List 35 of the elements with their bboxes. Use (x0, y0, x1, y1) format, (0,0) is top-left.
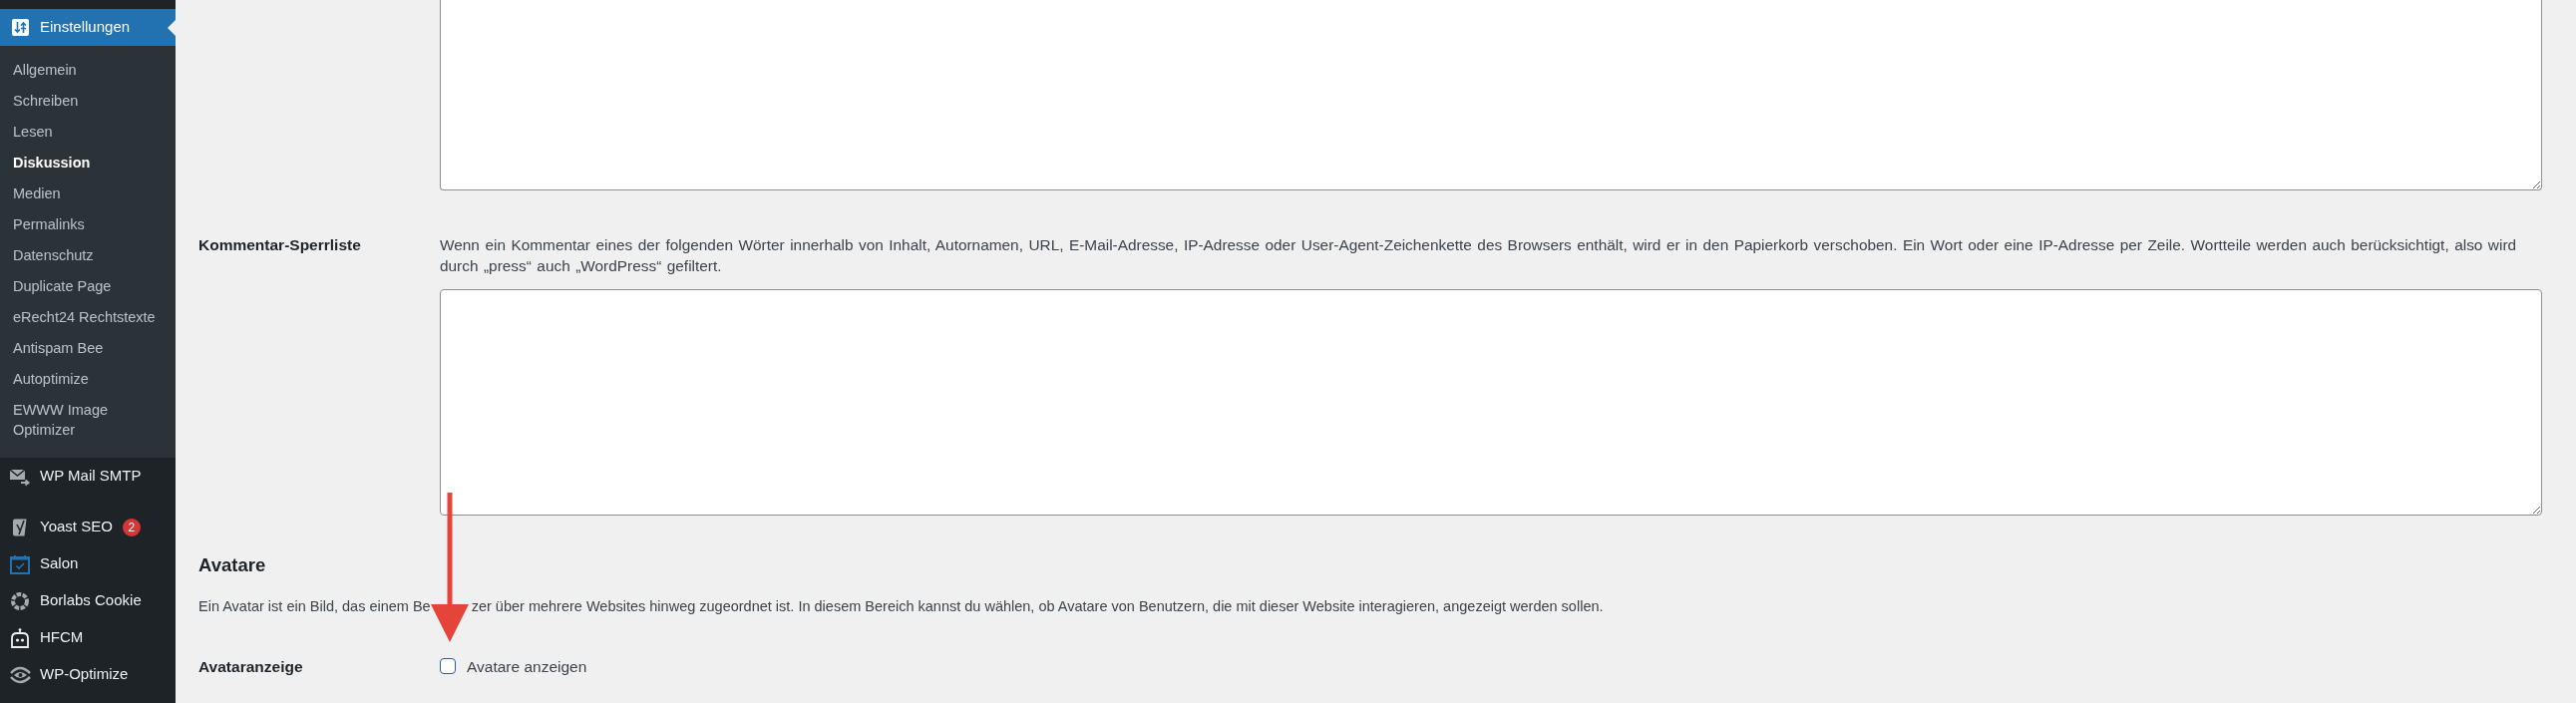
field-label: Kommentar-Sperrliste (198, 235, 361, 253)
sidebar-menu-item[interactable]: WP Mail SMTP (0, 458, 176, 495)
submenu-item[interactable]: EWWW Image Optimizer (0, 394, 176, 445)
submenu-item[interactable]: Allgemein (0, 54, 176, 85)
field-description: Wenn ein Kommentar eines der folgenden Wörter innerhalb von Inhalt, Autornamen, URL, E-Mail-Adresse, IP-Adresse oder User-Agent-Zeichenkette des Browsers enthält, wird er in den Papierkorb verschoben. Ein Wort oder eine IP-Adresse per Zeile. Wortteile werden auch berücksichtigt, also wird durch „press“ auch „WordPress“ gefiltert. (440, 234, 2518, 276)
eye-icon (9, 664, 32, 685)
sidebar-menu-item[interactable]: Yoast SEO 2 (0, 509, 176, 545)
sidebar-menu-item[interactable]: Salon (0, 545, 176, 582)
text-area[interactable] (440, 0, 2542, 190)
section-description: Ein Avatar ist ein Bild, das einem Be (198, 597, 431, 614)
submenu-item[interactable]: Schreiben (0, 85, 176, 116)
section-heading: Avatare (198, 553, 267, 577)
sidebar-menu-item[interactable]: Einstellungen (0, 9, 176, 46)
notification-count: 2 (122, 518, 141, 536)
checkbox[interactable] (440, 658, 456, 674)
submenu-item[interactable]: Duplicate Page (0, 270, 176, 301)
field-label: Avataranzeige (198, 657, 303, 675)
submenu-item[interactable]: Diskussion (0, 147, 176, 177)
ring-icon (9, 590, 32, 611)
checkbox-label[interactable]: Avatare anzeigen (467, 655, 587, 677)
settings-icon (12, 19, 29, 36)
sidebar-menu-item[interactable]: Borlabs Cookie (0, 582, 176, 619)
calendar-icon (9, 553, 32, 574)
robot-icon (9, 627, 32, 648)
section-description: zer über mehrere Websites hinweg zugeordnet ist. In diesem Bereich kannst du wählen, ob Avatare von Benutzern, die mit dieser Website interagieren, angezeigt werden sollen. (471, 597, 1604, 614)
text-area[interactable] (440, 289, 2542, 516)
submenu-item[interactable]: Medien (0, 177, 176, 208)
sidebar-menu-item[interactable]: WP-Optimize (0, 656, 176, 693)
sidebar-menu-item[interactable]: HFCM (0, 619, 176, 656)
submenu-item[interactable]: eRecht24 Rechtstexte (0, 301, 176, 332)
submenu-item[interactable]: Autoptimize (0, 363, 176, 394)
submenu-item[interactable]: Lesen (0, 116, 176, 147)
submenu-item[interactable]: Permalinks (0, 208, 176, 239)
submenu-item[interactable]: Datenschutz (0, 239, 176, 270)
submenu-item[interactable]: Antispam Bee (0, 332, 176, 363)
